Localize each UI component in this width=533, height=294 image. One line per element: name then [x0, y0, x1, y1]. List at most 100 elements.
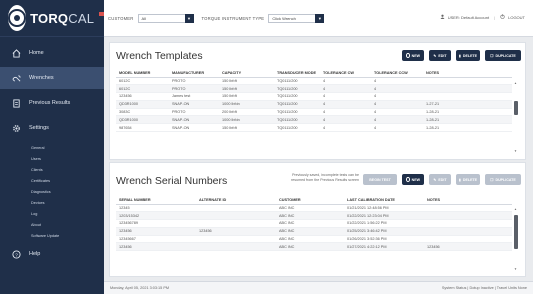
table-cell: ABC INC: [276, 211, 344, 221]
column-header[interactable]: TOLERANCE CW: [320, 69, 371, 78]
user-icon: [440, 14, 445, 20]
table-cell: 150 lbf•ft: [219, 123, 274, 133]
table-row[interactable]: 6012C PROTO 150 lbf•ft TQ0111/200 4 4: [116, 84, 512, 94]
table-row[interactable]: 6012C PROTO 150 lbf•ft TQ0111/200 4 4: [116, 77, 512, 86]
scrollbar-thumb[interactable]: [514, 215, 518, 249]
sidebar-item-help[interactable]: ? Help: [0, 243, 104, 265]
wrench-templates-panel: Wrench Templates NEW ✎ EDIT ▮ DELETE ❐ DUPL…: [109, 42, 526, 160]
delete-template-button[interactable]: ▮ DELETE: [456, 50, 480, 61]
edit-serial-button[interactable]: ✎ EDIT: [429, 174, 451, 185]
sidebar-item-label: Settings: [29, 125, 49, 131]
table-row[interactable]: 123456 ABC INC 01/27/2021 4:22:12 PM 123456: [116, 242, 512, 252]
table-row[interactable]: 3083C PROTO 200 lbf•ft TQ0111/200 4 4 1-28-21: [116, 108, 512, 117]
table-cell: 12345667: [116, 235, 196, 244]
logo-badge-icon: [8, 5, 27, 31]
table-cell: 1000 lbf•in: [219, 100, 274, 109]
sidebar-subitem-users[interactable]: Users: [0, 153, 104, 164]
app-logo: TORQCAL: [0, 0, 104, 37]
page-title: Wrench Templates: [116, 50, 203, 62]
table-row[interactable]: 12345 ABC INC 01/21/2021 12:48:56 PM: [116, 204, 512, 213]
table-cell: 987654: [116, 123, 169, 133]
status-bar: Monday, April 05, 2021 3:03:15 PM System…: [104, 281, 533, 294]
duplicate-template-button[interactable]: ❐ DUPLICATE: [485, 50, 521, 61]
table-row[interactable]: QD3R1000 SNAP-ON 1000 lbf•in TQ0111/200 4 4 1-…: [116, 115, 512, 125]
table-row[interactable]: 12345667 ABC INC 01/26/2021 3:52:36 PM: [116, 235, 512, 244]
column-header[interactable]: MANUFACTURER: [169, 69, 219, 78]
sidebar-subitem-clients[interactable]: Clients: [0, 164, 104, 175]
table-cell: 3083C: [116, 108, 169, 117]
column-header[interactable]: TRANSDUCER MODE: [274, 69, 320, 78]
sidebar-subitem-general[interactable]: General: [0, 142, 104, 153]
table-cell: 6012C: [116, 77, 169, 86]
column-header[interactable]: LAST CALIBRATION DATE: [344, 196, 424, 205]
sidebar-item-wrenches[interactable]: Wrenches: [0, 67, 104, 89]
table-cell: 1000 lbf•in: [219, 115, 274, 125]
scroll-up-icon[interactable]: ▲: [514, 207, 517, 211]
logout-link[interactable]: LOGOUT: [508, 15, 525, 20]
table-cell: SNAP-ON: [169, 123, 219, 133]
sidebar-subitem-log[interactable]: Log: [0, 208, 104, 219]
help-icon: ?: [12, 249, 21, 259]
sidebar-subitem-certificates[interactable]: Certificates: [0, 175, 104, 186]
scroll-down-icon[interactable]: ▼: [514, 267, 517, 271]
table-cell: 1-28-21: [423, 123, 512, 133]
table-cell: ABC INC: [276, 227, 344, 236]
table-cell: 1-28-21: [423, 115, 512, 125]
edit-template-button[interactable]: ✎ EDIT: [429, 50, 451, 61]
instrument-type-select[interactable]: Click Wrench ▼: [268, 13, 325, 23]
table-cell: SNAP-ON: [169, 100, 219, 109]
table-cell: 123456: [116, 242, 196, 252]
plus-icon: [406, 177, 410, 182]
table-cell: [196, 242, 276, 252]
sidebar-item-settings[interactable]: Settings: [0, 117, 104, 139]
sidebar-subitem-devices[interactable]: Devices: [0, 197, 104, 208]
table-cell: 12345: [116, 204, 196, 213]
sidebar-item-previous-results[interactable]: Previous Results: [0, 92, 104, 114]
table-cell: TQ0111/200: [274, 84, 320, 94]
sidebar-subitem-diagnostics[interactable]: Diagnostics: [0, 186, 104, 197]
scroll-up-icon[interactable]: ▲: [514, 81, 517, 85]
table-cell: 01/25/2021 3:46:42 PM: [344, 227, 424, 236]
table-row[interactable]: 123456 James test 150 lbf•ft TQ0111/200 4 4: [116, 92, 512, 101]
gear-icon: [12, 124, 21, 133]
sidebar-subitem-software-update[interactable]: Software Update: [0, 230, 104, 241]
sidebar-item-home[interactable]: Home: [0, 42, 104, 64]
customer-label: CUSTOMER: [108, 15, 134, 21]
table-row[interactable]: 987654 SNAP-ON 150 lbf•ft TQ0111/200 4 4 1-28-…: [116, 123, 512, 133]
column-header[interactable]: TOLERANCE CCW: [371, 69, 423, 78]
serials-scrollbar[interactable]: ▲ ▼: [514, 207, 518, 271]
duplicate-serial-button[interactable]: ❐ DUPLICATE: [485, 174, 521, 185]
column-header[interactable]: CAPACITY: [219, 69, 274, 78]
table-cell: 4: [320, 108, 371, 117]
table-cell: TQ0111/200: [274, 100, 320, 109]
column-header[interactable]: MODEL NUMBER: [116, 69, 169, 78]
table-row[interactable]: 123456 123456 ABC INC 01/25/2021 3:46:42 PM: [116, 227, 512, 236]
column-header[interactable]: CUSTOMER: [276, 196, 344, 205]
user-name[interactable]: USER: Default Account: [448, 15, 489, 20]
table-cell: [424, 235, 512, 244]
pencil-icon: ✎: [433, 177, 437, 182]
new-serial-button[interactable]: NEW: [402, 174, 424, 185]
table-cell: SNAP-ON: [169, 115, 219, 125]
delete-serial-button[interactable]: ▮ DELETE: [456, 174, 480, 185]
table-row[interactable]: 123456789 ABC INC 01/22/2021 1:56:22 PM: [116, 219, 512, 228]
templates-scrollbar[interactable]: ▲ ▼: [514, 81, 518, 153]
table-cell: [196, 211, 276, 221]
new-template-button[interactable]: NEW: [402, 50, 424, 61]
scrollbar-thumb[interactable]: [514, 101, 518, 115]
table-row[interactable]: 1203/15342 ABC INC 01/22/2021 12:23:04 PM: [116, 211, 512, 221]
column-header[interactable]: NOTES: [424, 196, 512, 205]
column-header[interactable]: SERIAL NUMBER: [116, 196, 196, 205]
table-cell: ABC INC: [276, 219, 344, 228]
scroll-down-icon[interactable]: ▼: [514, 149, 517, 153]
table-cell: QD3R1000: [116, 100, 169, 109]
begin-test-button[interactable]: BEGIN TEST: [363, 174, 397, 185]
column-header[interactable]: NOTES: [423, 69, 512, 78]
customer-select[interactable]: All ▼: [137, 13, 194, 23]
sidebar-subitem-about[interactable]: About: [0, 219, 104, 230]
column-header[interactable]: ALTERNATE ID: [196, 196, 276, 205]
copy-icon: ❐: [490, 177, 494, 182]
table-cell: 123456: [116, 92, 169, 101]
table-cell: 1-27-21: [423, 100, 512, 109]
table-row[interactable]: QD3R1000 SNAP-ON 1000 lbf•in TQ0111/200 4 4 1-…: [116, 100, 512, 109]
